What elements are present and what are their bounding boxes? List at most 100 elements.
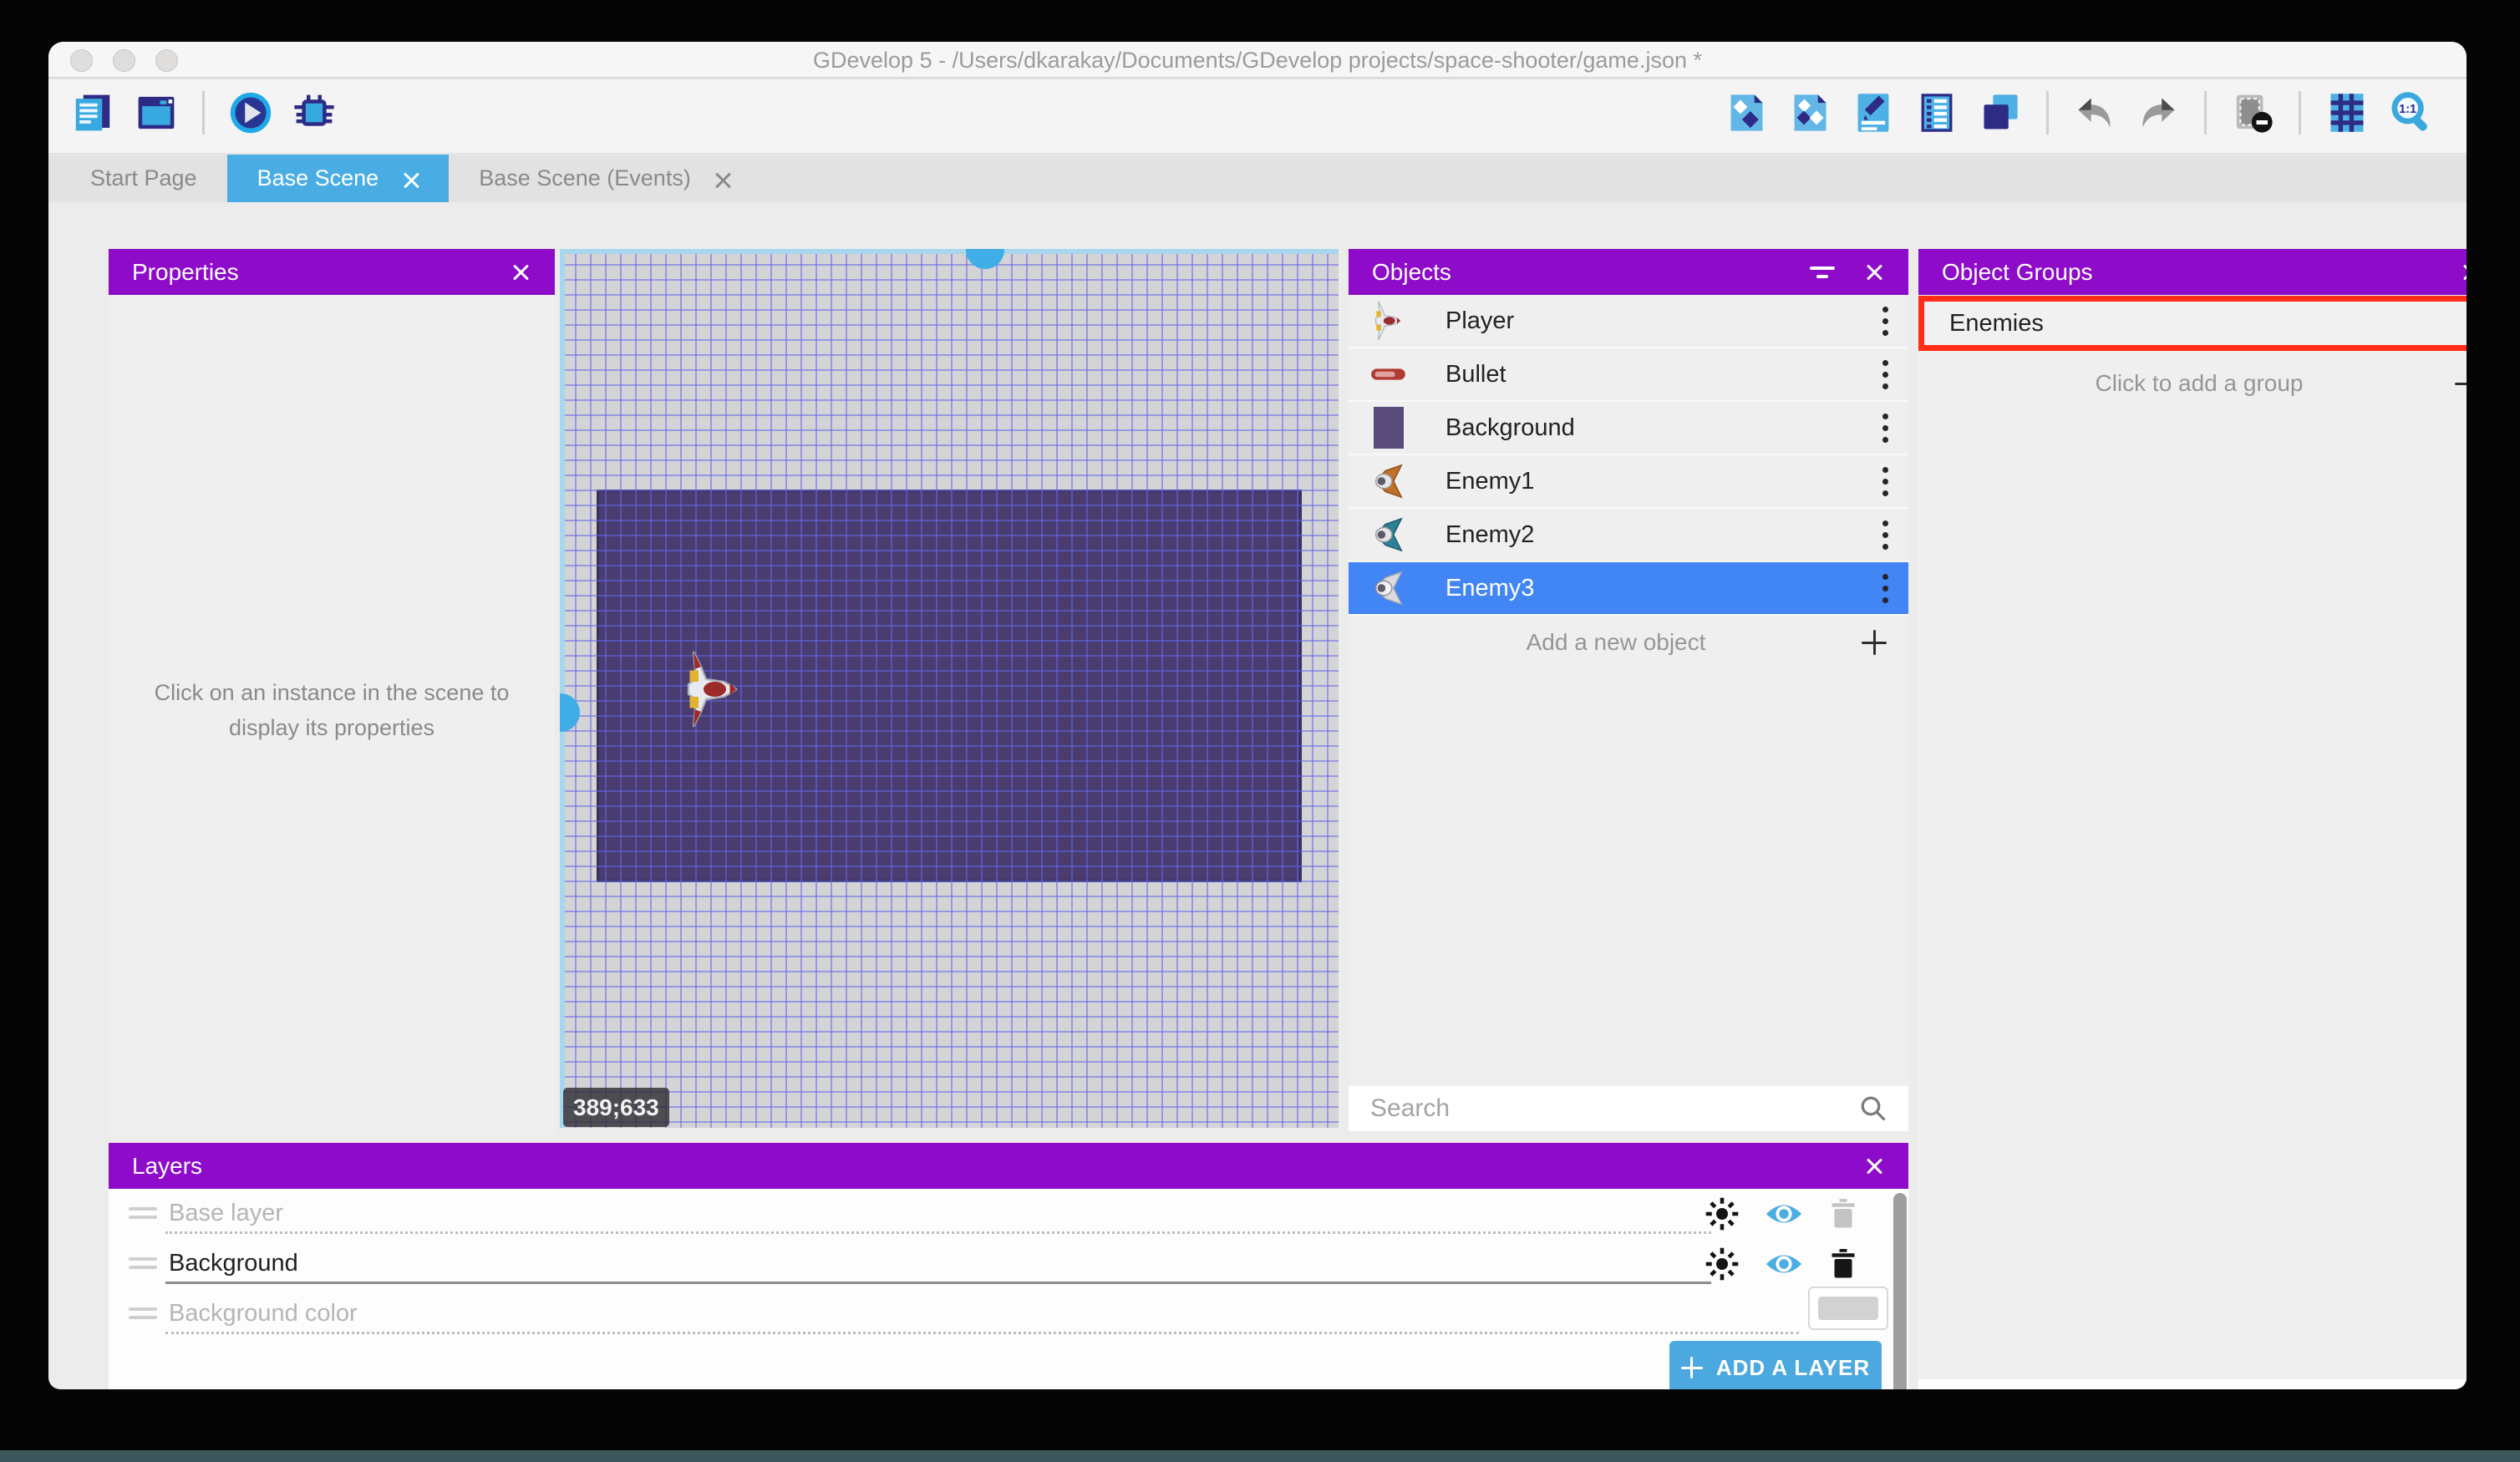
- instances-list-icon[interactable]: [1914, 90, 1959, 135]
- toggle-grid-icon[interactable]: [2324, 90, 2370, 135]
- object-row-player[interactable]: Player: [1349, 295, 1908, 348]
- close-window-button[interactable]: [70, 49, 93, 72]
- plus-icon[interactable]: [2455, 371, 2467, 396]
- add-group-label: Click to add a group: [1943, 370, 2455, 397]
- object-menu-icon[interactable]: [1882, 574, 1888, 603]
- add-object-row[interactable]: Add a new object: [1349, 616, 1908, 669]
- objects-list: Player Bullet: [1349, 295, 1908, 669]
- object-row-background[interactable]: Background: [1349, 402, 1908, 455]
- layers-scrollbar[interactable]: [1893, 1193, 1907, 1389]
- properties-empty-message: Click on an instance in the scene to dis…: [131, 675, 532, 745]
- scene-window-icon[interactable]: [134, 90, 179, 135]
- vertical-scroll-track[interactable]: [560, 249, 565, 1128]
- layer-visibility-eye-icon[interactable]: [1765, 1251, 1803, 1277]
- layer-name[interactable]: Base layer: [169, 1200, 283, 1227]
- add-object-icon[interactable]: [1724, 90, 1769, 135]
- close-tab-icon[interactable]: [713, 170, 731, 188]
- horizontal-scroll-track[interactable]: [560, 249, 1339, 254]
- titlebar: GDevelop 5 - /Users/dkarakay/Documents/G…: [48, 42, 2467, 79]
- layer-row-icons: [1705, 1196, 1858, 1231]
- objects-search-input[interactable]: [1369, 1094, 1858, 1124]
- group-row-enemies[interactable]: Enemies: [1918, 296, 2467, 351]
- layers-panel-header: Layers: [109, 1143, 1908, 1189]
- close-tab-icon[interactable]: [400, 170, 419, 188]
- toolbar-separator: [202, 91, 205, 135]
- object-menu-icon[interactable]: [1882, 307, 1888, 336]
- object-menu-icon[interactable]: [1882, 414, 1888, 443]
- redo-icon[interactable]: [2136, 90, 2181, 135]
- object-name: Enemy3: [1445, 575, 1882, 602]
- layer-row-base[interactable]: Base layer: [109, 1193, 283, 1233]
- close-icon[interactable]: [510, 261, 531, 283]
- enemy1-thumbnail: [1369, 458, 1409, 505]
- layer-effects-icon[interactable]: [1705, 1246, 1740, 1282]
- background-color-swatch[interactable]: [1808, 1287, 1888, 1330]
- object-menu-icon[interactable]: [1882, 360, 1888, 389]
- layer-visibility-eye-icon[interactable]: [1765, 1201, 1803, 1227]
- zoom-window-button[interactable]: [155, 49, 178, 72]
- player-instance[interactable]: [681, 649, 746, 729]
- layer-row-background-color[interactable]: Background color: [109, 1293, 358, 1333]
- tab-label: Start Page: [90, 165, 197, 191]
- tab-start-page[interactable]: Start Page: [60, 155, 227, 202]
- vertical-scroll-thumb[interactable]: [560, 693, 580, 732]
- desktop-edge: [0, 1450, 2520, 1462]
- layers-panel-icon[interactable]: [1978, 90, 2023, 135]
- scene-canvas[interactable]: 389;633: [560, 249, 1339, 1128]
- play-icon[interactable]: [228, 90, 273, 135]
- object-menu-icon[interactable]: [1882, 467, 1888, 496]
- object-row-enemy3[interactable]: Enemy3: [1349, 562, 1908, 616]
- object-row-enemy1[interactable]: Enemy1: [1349, 455, 1908, 509]
- add-group-row[interactable]: Click to add a group: [1918, 356, 2467, 411]
- horizontal-scroll-thumb[interactable]: [966, 249, 1004, 269]
- close-icon[interactable]: [2460, 261, 2467, 283]
- layer-name[interactable]: Background color: [169, 1300, 358, 1327]
- object-name: Bullet: [1445, 361, 1882, 388]
- object-menu-icon[interactable]: [1882, 520, 1888, 550]
- plus-icon[interactable]: [1862, 630, 1887, 655]
- close-icon[interactable]: [1863, 261, 1885, 283]
- toggle-mask-icon[interactable]: [2230, 90, 2275, 135]
- toolbar-separator: [2299, 91, 2301, 135]
- tab-base-scene[interactable]: Base Scene: [227, 155, 450, 202]
- object-name: Player: [1445, 307, 1882, 335]
- debug-icon[interactable]: [292, 90, 337, 135]
- add-object-label: Add a new object: [1370, 629, 1862, 656]
- tab-label: Base Scene (Events): [479, 165, 691, 191]
- search-icon: [1858, 1094, 1888, 1124]
- object-row-bullet[interactable]: Bullet: [1349, 348, 1908, 402]
- objects-search-bar: [1349, 1086, 1908, 1131]
- project-manager-icon[interactable]: [70, 90, 115, 135]
- drag-handle-icon[interactable]: [129, 1307, 157, 1319]
- tab-base-scene-events[interactable]: Base Scene (Events): [449, 155, 761, 202]
- group-name: Enemies: [1949, 310, 2467, 338]
- object-groups-icon[interactable]: [1787, 90, 1832, 135]
- filter-icon[interactable]: [1810, 267, 1835, 278]
- object-name: Enemy1: [1445, 468, 1882, 495]
- close-icon[interactable]: [1863, 1155, 1885, 1177]
- layer-row-background[interactable]: Background: [109, 1243, 298, 1283]
- objects-panel-header: Objects: [1349, 249, 1908, 295]
- zoom-1-1-icon[interactable]: 1:1: [2388, 90, 2433, 135]
- drag-handle-icon[interactable]: [129, 1207, 157, 1219]
- layers-panel: Layers Base layer: [109, 1143, 1908, 1389]
- edit-scene-icon[interactable]: [1851, 90, 1896, 135]
- traffic-lights: [70, 49, 178, 72]
- add-layer-button[interactable]: ADD A LAYER: [1669, 1341, 1882, 1389]
- layer-name[interactable]: Background: [169, 1250, 298, 1277]
- drag-handle-icon[interactable]: [129, 1257, 157, 1269]
- undo-icon[interactable]: [2072, 90, 2117, 135]
- toolbar-separator: [2046, 91, 2049, 135]
- tab-label: Base Scene: [257, 165, 379, 191]
- object-row-enemy2[interactable]: Enemy2: [1349, 509, 1908, 562]
- layer-name-underline: [165, 1282, 1711, 1284]
- gdevelop-window: GDevelop 5 - /Users/dkarakay/Documents/G…: [48, 42, 2467, 1389]
- objects-panel: Objects Player: [1349, 249, 1908, 1131]
- minimize-window-button[interactable]: [113, 49, 135, 72]
- layer-effects-icon[interactable]: [1705, 1196, 1740, 1231]
- screenshot: GDevelop 5 - /Users/dkarakay/Documents/G…: [0, 0, 2520, 1462]
- delete-layer-icon[interactable]: [1828, 1247, 1858, 1281]
- enemy3-thumbnail: [1369, 565, 1409, 612]
- layer-name-underline: [165, 1332, 1799, 1334]
- bullet-thumbnail: [1369, 351, 1409, 398]
